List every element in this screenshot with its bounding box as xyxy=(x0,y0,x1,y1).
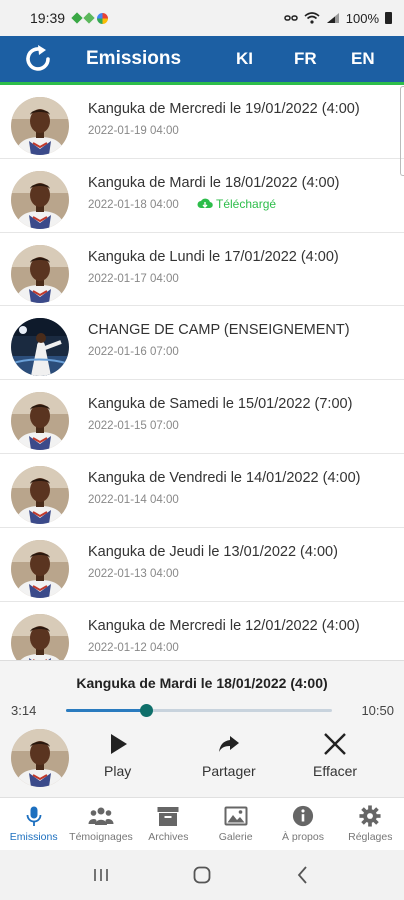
nav-item-a-propos[interactable]: À propos xyxy=(269,798,336,850)
bottom-navigation: Emissions Témoignages Archives Galerie À… xyxy=(0,797,404,850)
image-icon xyxy=(224,806,248,826)
nav-label: Réglages xyxy=(348,831,393,843)
episode-title: Kanguka de Mercredi le 19/01/2022 (4:00) xyxy=(88,101,360,117)
app-bar: Emissions KI FR EN xyxy=(0,36,404,82)
list-item[interactable]: Kanguka de Mercredi le 19/01/2022 (4:00)… xyxy=(0,85,404,159)
delete-button[interactable]: Effacer xyxy=(313,731,357,779)
notification-icon xyxy=(71,12,83,24)
avatar xyxy=(11,613,69,660)
avatar xyxy=(11,244,69,303)
wifi-icon xyxy=(304,12,320,24)
nav-label: Archives xyxy=(148,831,189,843)
episode-date: 2022-01-19 04:00 xyxy=(88,125,179,137)
play-icon xyxy=(110,734,127,754)
battery-icon xyxy=(385,12,392,24)
status-right: 100% xyxy=(284,11,392,26)
avatar xyxy=(11,392,69,451)
episode-title: Kanguka de Mercredi le 12/01/2022 (4:00) xyxy=(88,617,360,634)
home-icon xyxy=(193,866,211,884)
microphone-icon xyxy=(26,806,42,826)
scrollbar-handle[interactable] xyxy=(400,86,404,176)
episode-date: 2022-01-16 07:00 xyxy=(88,346,179,359)
list-item[interactable]: CHANGE DE CAMP (ENSEIGNEMENT) 2022-01-16… xyxy=(0,306,404,381)
current-time: 3:14 xyxy=(11,703,37,718)
nav-item-temoignages[interactable]: Témoignages xyxy=(67,798,134,850)
google-icon xyxy=(97,12,109,24)
avatar xyxy=(11,170,69,229)
now-playing-title: Kanguka de Mardi le 18/01/2022 (4:00) xyxy=(76,675,328,691)
status-bar: 19:39 100% xyxy=(0,0,404,36)
play-label: Play xyxy=(104,763,132,779)
back-icon xyxy=(298,866,307,884)
episode-date: 2022-01-12 04:00 xyxy=(88,641,179,654)
avatar xyxy=(11,465,69,524)
episode-title: Kanguka de Samedi le 15/01/2022 (7:00) xyxy=(88,396,353,413)
cloud-download-icon xyxy=(197,198,213,208)
episode-date: 2022-01-13 04:00 xyxy=(88,567,179,580)
downloaded-label: Téléchargé xyxy=(216,196,277,211)
nav-label: Témoignages xyxy=(69,831,133,843)
episode-date: 2022-01-14 04:00 xyxy=(88,493,179,506)
notification-icon xyxy=(83,12,95,24)
refresh-button[interactable] xyxy=(18,39,58,79)
episode-title: Kanguka de Vendredi le 14/01/2022 (4:00) xyxy=(88,469,361,486)
list-item[interactable]: Kanguka de Jeudi le 13/01/2022 (4:00) 20… xyxy=(0,528,404,602)
close-icon xyxy=(324,733,346,755)
episode-date: 2022-01-15 07:00 xyxy=(88,420,179,433)
downloaded-badge: Téléchargé xyxy=(197,197,276,211)
episode-title: Kanguka de Mardi le 18/01/2022 (4:00) xyxy=(88,174,340,191)
episode-title: Kanguka de Lundi le 17/01/2022 (4:00) xyxy=(88,248,339,265)
seek-thumb[interactable] xyxy=(139,704,153,717)
list-item[interactable]: Kanguka de Vendredi le 14/01/2022 (4:00)… xyxy=(0,454,404,528)
system-navigation xyxy=(0,850,404,900)
link-icon xyxy=(284,15,298,21)
archive-box-icon xyxy=(157,807,179,826)
delete-label: Effacer xyxy=(313,763,358,779)
episode-list[interactable]: Kanguka de Mercredi le 19/01/2022 (4:00)… xyxy=(0,85,404,660)
nav-item-archives[interactable]: Archives xyxy=(135,798,202,850)
info-icon xyxy=(292,805,314,827)
nav-label: À propos xyxy=(281,831,324,843)
audio-player: Kanguka de Mardi le 18/01/2022 (4:00) 3:… xyxy=(0,660,404,797)
signal-icon xyxy=(326,13,339,23)
seek-bar[interactable] xyxy=(66,704,332,717)
play-button[interactable]: Play xyxy=(104,731,131,779)
seek-progress xyxy=(66,709,146,712)
avatar xyxy=(11,318,69,377)
nav-item-emissions[interactable]: Emissions xyxy=(0,798,67,850)
battery-level: 100% xyxy=(345,10,379,26)
language-button-fr[interactable]: FR xyxy=(294,36,317,82)
total-time: 10:50 xyxy=(361,703,394,718)
list-item[interactable]: Kanguka de Mardi le 18/01/2022 (4:00) 20… xyxy=(0,159,404,233)
avatar xyxy=(11,539,69,598)
recent-apps-icon xyxy=(93,869,108,881)
gear-icon xyxy=(359,805,381,827)
avatar xyxy=(11,97,69,155)
language-button-ki[interactable]: KI xyxy=(236,36,253,82)
list-item[interactable]: Kanguka de Lundi le 17/01/2022 (4:00) 20… xyxy=(0,233,404,307)
avatar xyxy=(11,729,69,787)
language-button-en[interactable]: EN xyxy=(351,36,375,82)
notification-icons xyxy=(71,12,109,24)
share-label: Partager xyxy=(202,763,256,779)
recent-apps-button[interactable] xyxy=(81,855,121,895)
nav-item-reglages[interactable]: Réglages xyxy=(337,798,404,850)
episode-date: 2022-01-18 04:00 xyxy=(88,198,179,211)
episode-title: Kanguka de Jeudi le 13/01/2022 (4:00) xyxy=(88,543,338,560)
share-icon xyxy=(218,736,239,752)
nav-label: Emissions xyxy=(9,831,58,843)
nav-label: Galerie xyxy=(218,831,253,843)
nav-item-galerie[interactable]: Galerie xyxy=(202,798,269,850)
people-icon xyxy=(88,807,114,825)
episode-title: CHANGE DE CAMP (ENSEIGNEMENT) xyxy=(88,322,350,339)
episode-date: 2022-01-17 04:00 xyxy=(88,272,179,285)
list-item[interactable]: Kanguka de Samedi le 15/01/2022 (7:00) 2… xyxy=(0,380,404,454)
page-title: Emissions xyxy=(86,48,182,69)
home-button[interactable] xyxy=(182,855,222,895)
list-item[interactable]: Kanguka de Mercredi le 12/01/2022 (4:00)… xyxy=(0,602,404,660)
status-time: 19:39 xyxy=(30,10,66,26)
share-button[interactable]: Partager xyxy=(202,731,256,779)
refresh-icon xyxy=(26,45,50,71)
back-button[interactable] xyxy=(283,855,323,895)
